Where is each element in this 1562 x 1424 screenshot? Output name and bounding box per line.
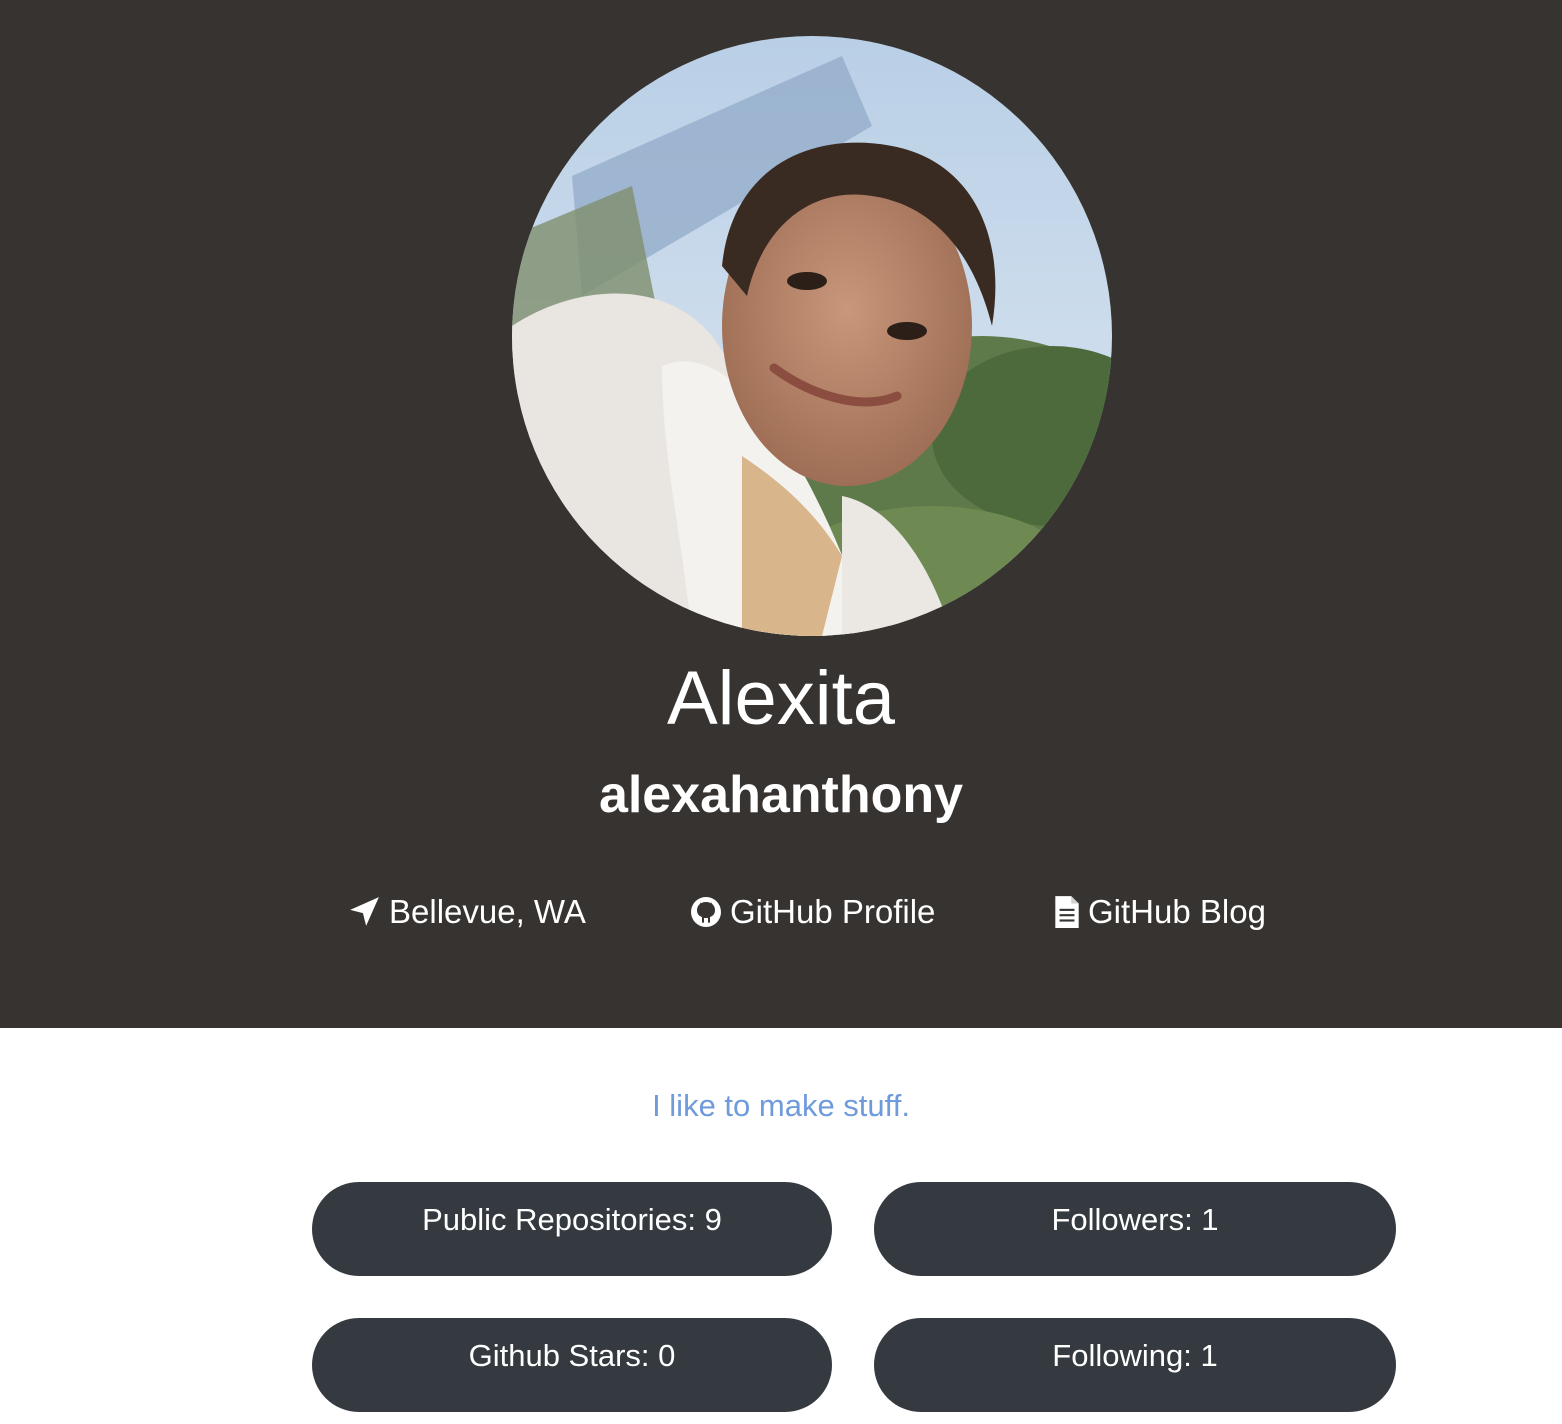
following-badge: Following: 1 bbox=[874, 1318, 1396, 1412]
profile-username: alexahanthony bbox=[598, 766, 964, 824]
github-stars-badge: Github Stars: 0 bbox=[312, 1318, 832, 1412]
github-blog-label: GitHub Blog bbox=[1088, 893, 1266, 930]
github-blog-link[interactable]: GitHub Blog bbox=[1054, 890, 1266, 934]
location-link[interactable]: Bellevue, WA bbox=[347, 890, 586, 934]
github-profile-link[interactable]: GitHub Profile bbox=[690, 890, 935, 934]
profile-bio: I like to make stuff. bbox=[652, 1088, 910, 1123]
followers-badge: Followers: 1 bbox=[874, 1182, 1396, 1276]
avatar-photo bbox=[512, 36, 1112, 636]
document-icon bbox=[1054, 895, 1080, 929]
avatar bbox=[512, 36, 1112, 636]
profile-name: Alexita bbox=[666, 656, 896, 741]
public-repositories-badge: Public Repositories: 9 bbox=[312, 1182, 832, 1276]
profile-header: Alexita alexahanthony Bellevue, WA GitHu… bbox=[0, 0, 1562, 1028]
location-label: Bellevue, WA bbox=[389, 893, 586, 930]
github-profile-label: GitHub Profile bbox=[730, 893, 936, 930]
github-icon bbox=[690, 896, 722, 928]
profile-links: Bellevue, WA GitHub Profile GitHub Blog bbox=[0, 890, 1562, 934]
location-arrow-icon bbox=[347, 895, 381, 929]
